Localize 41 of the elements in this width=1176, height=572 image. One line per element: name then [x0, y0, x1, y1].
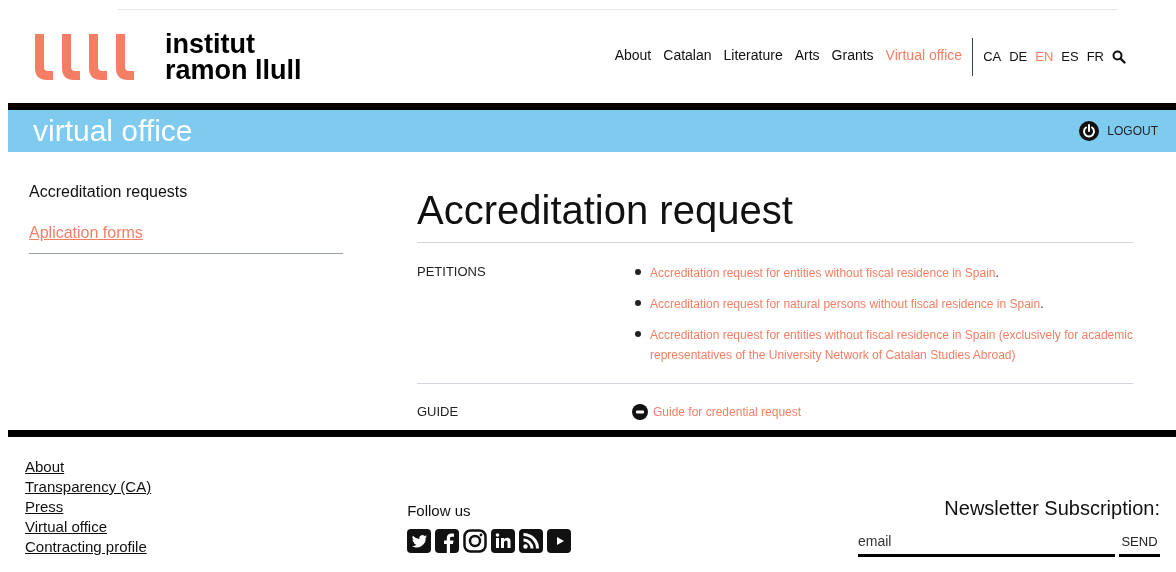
search-icon[interactable] — [1112, 49, 1126, 64]
instagram-icon[interactable] — [463, 528, 488, 553]
twitter-icon[interactable] — [407, 528, 432, 553]
send-button[interactable]: SEND — [1119, 529, 1160, 557]
rss-icon[interactable] — [519, 528, 544, 553]
page-title: Accreditation request — [417, 190, 794, 230]
bullet-icon — [635, 331, 641, 337]
play-icon[interactable] — [547, 528, 572, 553]
logo-icon[interactable] — [35, 33, 135, 80]
logout-button[interactable]: LOGOUT — [1079, 121, 1158, 141]
nav-link[interactable]: About — [614, 45, 652, 66]
logo-text[interactable]: ramon llull — [165, 56, 302, 83]
footer-link[interactable]: Transparency (CA) — [25, 477, 152, 497]
section-label: PETITIONS — [417, 263, 487, 281]
nav-link[interactable]: Literature — [723, 45, 783, 66]
linkedin-icon[interactable] — [491, 528, 516, 553]
logo-text[interactable]: institut — [165, 30, 302, 57]
language-link[interactable]: ES — [1061, 46, 1079, 67]
bullet-icon — [635, 300, 641, 306]
list-item: Accreditation request for entities without fiscal residence in Spain. — [650, 265, 999, 282]
nav-link[interactable]: Arts — [794, 45, 820, 66]
section-label: GUIDE — [417, 403, 460, 421]
footer-link[interactable]: About — [25, 457, 65, 477]
footer-link[interactable]: Virtual office — [25, 517, 107, 537]
bullet-icon — [635, 269, 641, 275]
language-link[interactable]: CA — [983, 46, 1002, 67]
newsletter-title: Newsletter Subscription: — [944, 496, 1160, 521]
list-item: Accreditation request for natural persons without fiscal residence in Spain. — [650, 296, 1044, 313]
facebook-icon[interactable] — [435, 528, 460, 553]
footer-link[interactable]: Contracting profile — [25, 537, 147, 557]
pdf-icon — [632, 404, 648, 420]
footer-link[interactable]: Press — [25, 497, 64, 517]
email-field[interactable]: email — [858, 529, 1115, 557]
language-link[interactable]: FR — [1086, 46, 1104, 67]
power-icon — [1079, 121, 1100, 141]
section-title: virtual office — [33, 116, 193, 146]
follow-label: Follow us — [407, 501, 472, 521]
language-link[interactable]: DE — [1009, 46, 1028, 67]
nav-link[interactable]: Catalan — [663, 45, 712, 66]
nav-link[interactable]: Grants — [831, 45, 874, 66]
sidebar-link[interactable]: Accreditation requests — [29, 183, 188, 200]
